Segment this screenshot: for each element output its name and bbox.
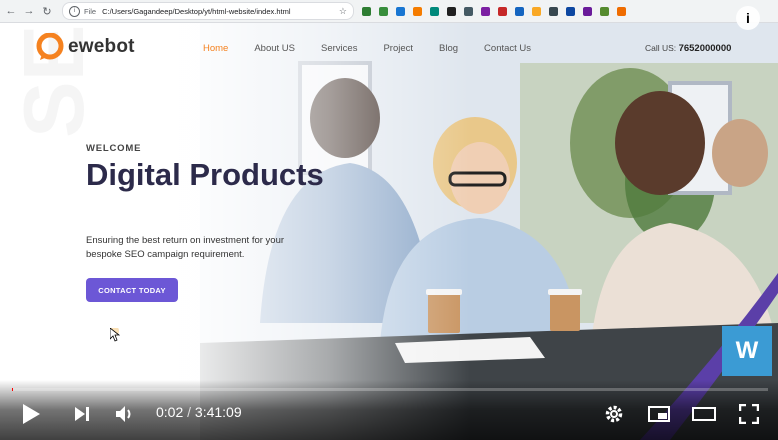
fullscreen-button[interactable] — [736, 402, 762, 426]
extension-icon[interactable] — [532, 6, 541, 16]
nav-item-about-us[interactable]: About US — [254, 43, 295, 54]
url-text: C:/Users/Gagandeep/Desktop/yt/html-websi… — [102, 6, 291, 16]
extension-icon[interactable] — [362, 6, 371, 16]
volume-button[interactable] — [112, 402, 136, 426]
star-icon: ☆ — [338, 5, 347, 16]
hero-tagline: Ensuring the best return on investment f… — [86, 235, 285, 260]
play-button[interactable] — [18, 401, 44, 427]
extension-icon[interactable] — [566, 6, 575, 16]
next-icon — [75, 407, 89, 421]
file-label: File — [84, 6, 97, 16]
contact-today-button[interactable]: CONTACT TODAY — [86, 278, 178, 302]
current-time: 0:02 — [156, 404, 184, 420]
theater-icon — [692, 407, 716, 421]
forward-icon: → — [23, 5, 35, 17]
miniplayer-icon — [648, 406, 670, 422]
time-display: 0:02 / 3:41:09 — [156, 404, 242, 420]
extension-icon[interactable] — [413, 6, 422, 16]
back-icon: ← — [5, 5, 17, 17]
extension-icon[interactable] — [379, 6, 388, 16]
mouse-cursor-icon — [110, 328, 120, 342]
extension-icon[interactable] — [498, 6, 507, 16]
site-logo[interactable]: ewebot — [36, 33, 135, 61]
channel-watermark-badge[interactable]: W — [722, 326, 772, 376]
info-icon: i — [69, 5, 80, 17]
gear-icon — [605, 405, 623, 423]
time-separator: / — [187, 404, 192, 420]
video-info-button[interactable]: i — [736, 6, 760, 30]
extension-icon[interactable] — [617, 6, 626, 16]
settings-button[interactable] — [602, 402, 626, 426]
video-player[interactable]: ← → ↻ i File C:/Users/Gagandeep/Desktop/… — [0, 0, 778, 440]
nav-item-blog[interactable]: Blog — [439, 43, 458, 54]
progress-bar[interactable] — [12, 388, 768, 391]
extension-bar — [362, 6, 634, 16]
phone-number[interactable]: 7652000000 — [679, 43, 732, 54]
address-bar: i File C:/Users/Gagandeep/Desktop/yt/htm… — [62, 2, 354, 20]
nav-item-home[interactable]: Home — [203, 43, 228, 54]
nav-item-contact-us[interactable]: Contact Us — [484, 43, 531, 54]
progress-played — [12, 388, 13, 391]
extension-icon[interactable] — [600, 6, 609, 16]
nav-item-services[interactable]: Services — [321, 43, 357, 54]
extension-icon[interactable] — [583, 6, 592, 16]
call-label: Call US: — [645, 43, 677, 53]
extension-icon[interactable] — [481, 6, 490, 16]
extension-icon[interactable] — [549, 6, 558, 16]
theater-mode-button[interactable] — [690, 402, 718, 426]
reload-icon: ↻ — [42, 5, 52, 18]
next-button[interactable] — [70, 402, 94, 426]
extension-icon[interactable] — [447, 6, 456, 16]
main-nav: Home About US Services Project Blog Contact U… — [203, 43, 557, 54]
hero-headline: Digital Products — [86, 157, 324, 192]
fullscreen-icon — [739, 404, 759, 424]
duration: 3:41:09 — [194, 404, 242, 420]
extension-icon[interactable] — [430, 6, 439, 16]
call-us: Call US: 7652000000 — [645, 43, 731, 54]
miniplayer-button[interactable] — [646, 402, 672, 426]
nav-item-project[interactable]: Project — [383, 43, 413, 54]
browser-toolbar: ← → ↻ i File C:/Users/Gagandeep/Desktop/… — [0, 0, 778, 23]
extension-icon[interactable] — [396, 6, 405, 16]
extension-icon[interactable] — [464, 6, 473, 16]
welcome-label: WELCOME — [86, 143, 142, 154]
volume-icon — [116, 406, 131, 422]
extension-icon[interactable] — [515, 6, 524, 16]
logo-text: ewebot — [68, 36, 135, 57]
play-icon — [23, 404, 40, 424]
website-hero: SEO ewebot HomeAbout USServicesProjectBl… — [0, 23, 778, 440]
logo-icon — [36, 33, 64, 60]
